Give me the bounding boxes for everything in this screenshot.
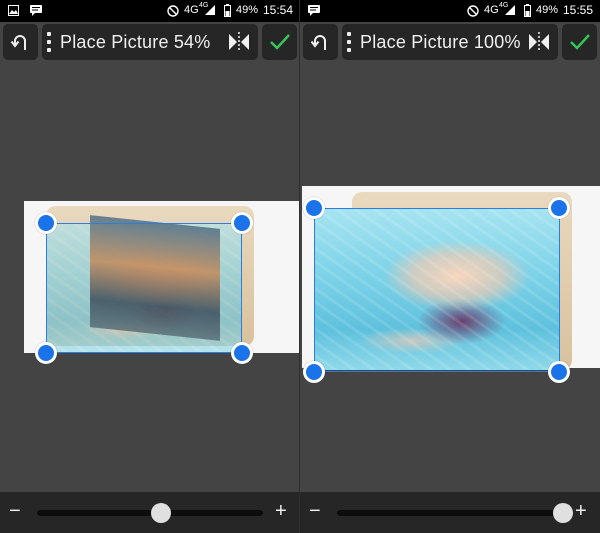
signal-icon <box>505 5 515 15</box>
canvas <box>0 62 300 492</box>
page-title: Place Picture 100% <box>360 32 521 52</box>
message-notification-icon <box>30 5 42 16</box>
zoom-in-button[interactable]: + <box>575 501 587 521</box>
toolbar: Place Picture 54% <box>0 22 300 62</box>
zoom-slider[interactable] <box>37 503 263 523</box>
checkmark-icon <box>570 34 590 50</box>
editor-panel-right: 4G 4G 49% 15:55 Place Picture 100% − + <box>300 0 600 533</box>
zoom-bar: − + <box>0 492 300 533</box>
toolbar: Place Picture 100% <box>300 22 600 62</box>
resize-handle-bottom-right[interactable] <box>231 342 253 364</box>
page-title: Place Picture 54% <box>60 32 211 52</box>
resize-handle-top-left[interactable] <box>303 197 325 219</box>
resize-handle-bottom-left[interactable] <box>35 342 57 364</box>
do-not-disturb-icon <box>167 5 179 17</box>
zoom-slider[interactable] <box>337 503 573 523</box>
undo-icon <box>310 35 326 50</box>
flip-horizontal-icon[interactable] <box>228 32 250 52</box>
confirm-button[interactable] <box>562 24 597 60</box>
confirm-button[interactable] <box>262 24 297 60</box>
battery-percent: 49% <box>236 4 259 16</box>
undo-button[interactable] <box>3 24 38 60</box>
status-bar: 4G 4G 49% 15:55 <box>300 0 600 22</box>
network-type: 4G <box>184 4 199 16</box>
battery-percent: 49% <box>536 4 559 16</box>
signal-icon <box>205 5 215 15</box>
selection-frame[interactable] <box>314 208 560 372</box>
zoom-out-button[interactable]: − <box>309 501 321 521</box>
message-notification-icon <box>308 5 320 16</box>
selection-frame[interactable] <box>46 223 242 353</box>
editor-panel-left: 4G 4G 49% 15:54 Place Picture 54% − + <box>0 0 300 533</box>
zoom-out-button[interactable]: − <box>9 501 21 521</box>
gallery-notification-icon <box>8 5 19 16</box>
do-not-disturb-icon <box>467 5 479 17</box>
zoom-bar: − + <box>300 492 600 533</box>
resize-handle-top-right[interactable] <box>548 197 570 219</box>
network-type: 4G <box>484 4 499 16</box>
title-box: Place Picture 100% <box>342 24 558 60</box>
flip-horizontal-icon[interactable] <box>528 32 550 52</box>
canvas <box>300 62 600 492</box>
resize-handle-top-left[interactable] <box>35 212 57 234</box>
resize-handle-bottom-right[interactable] <box>548 361 570 383</box>
undo-button[interactable] <box>303 24 338 60</box>
zoom-in-button[interactable]: + <box>275 501 287 521</box>
resize-handle-top-right[interactable] <box>231 212 253 234</box>
clock: 15:54 <box>263 3 294 17</box>
undo-icon <box>10 35 26 50</box>
resize-handle-bottom-left[interactable] <box>303 361 325 383</box>
battery-icon <box>224 4 231 17</box>
zoom-slider-thumb[interactable] <box>151 503 172 523</box>
kebab-menu-icon[interactable] <box>47 32 51 52</box>
kebab-menu-icon[interactable] <box>347 32 351 52</box>
title-box: Place Picture 54% <box>42 24 258 60</box>
clock: 15:55 <box>563 3 594 17</box>
checkmark-icon <box>270 34 290 50</box>
battery-icon <box>524 4 531 17</box>
zoom-slider-thumb[interactable] <box>553 503 573 523</box>
status-bar: 4G 4G 49% 15:54 <box>0 0 300 22</box>
